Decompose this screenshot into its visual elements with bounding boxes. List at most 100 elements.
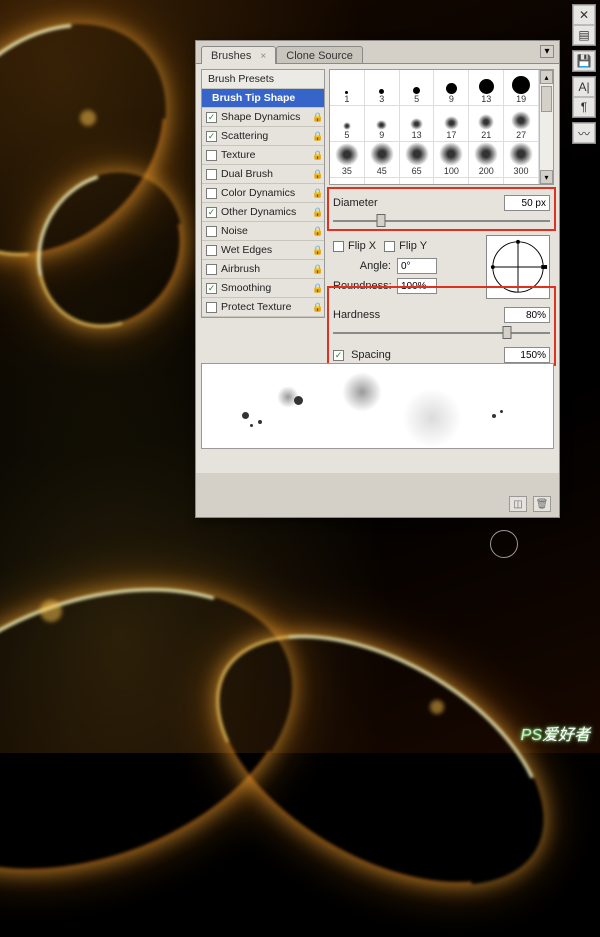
brush-tip-cell[interactable]: 27 (504, 106, 539, 142)
flipy-checkbox[interactable] (384, 241, 395, 252)
brush-tip-cell[interactable]: 5 (400, 70, 435, 106)
checkbox[interactable] (206, 264, 217, 275)
brush-tip-grid: 135913195913172127354565100200300 ▴ ▾ (329, 69, 554, 185)
sidebar-item-label: Color Dynamics (221, 187, 295, 199)
preferences-icon[interactable]: ✕ (573, 5, 595, 25)
checkbox[interactable]: ✓ (206, 112, 217, 123)
checkbox[interactable]: ✓ (206, 131, 217, 142)
brush-size-label: 17 (446, 130, 456, 140)
checkbox[interactable] (206, 169, 217, 180)
brush-tip-cell[interactable]: 3 (365, 70, 400, 106)
diameter-slider[interactable] (333, 215, 550, 227)
sidebar-item-label: Other Dynamics (221, 206, 296, 218)
character-panel-icon[interactable]: A| (573, 77, 595, 97)
spacing-input[interactable] (504, 347, 550, 363)
sidebar-item[interactable]: ✓ Smoothing 🔒 (202, 279, 324, 298)
angle-label: Angle: (333, 260, 391, 272)
checkbox[interactable] (206, 302, 217, 313)
brush-tip-cell[interactable] (330, 178, 365, 184)
brush-tip-cell[interactable]: 5 (330, 106, 365, 142)
brush-presets-row[interactable]: Brush Presets (202, 70, 324, 89)
angle-widget[interactable] (486, 235, 550, 299)
brush-tip-cell[interactable]: 21 (469, 106, 504, 142)
bridge-icon[interactable]: ▤ (573, 25, 595, 45)
sidebar-item[interactable]: Dual Brush🔒 (202, 165, 324, 184)
sidebar-item[interactable]: Protect Texture 🔒 (202, 298, 324, 317)
hardness-slider[interactable] (333, 327, 550, 339)
brush-tip-cell[interactable] (434, 178, 469, 184)
sidebar-item-label: Smoothing (221, 282, 271, 294)
sidebar-item[interactable]: Texture🔒 (202, 146, 324, 165)
sidebar-item[interactable]: Airbrush🔒 (202, 260, 324, 279)
sidebar-item[interactable]: Wet Edges🔒 (202, 241, 324, 260)
save-icon[interactable]: 💾 (573, 51, 595, 71)
lock-icon: 🔒 (312, 226, 320, 237)
watermark: PS爱好者 (521, 721, 590, 745)
brush-tip-cell[interactable] (504, 178, 539, 184)
sidebar-item-label: Protect Texture (221, 301, 291, 313)
brush-tip-cell[interactable]: 9 (434, 70, 469, 106)
delete-brush-button[interactable]: 🗑 (533, 496, 551, 512)
sidebar-item[interactable]: ✓Other Dynamics🔒 (202, 203, 324, 222)
checkbox[interactable] (206, 226, 217, 237)
flipx-checkbox[interactable] (333, 241, 344, 252)
tab-clone-source[interactable]: Clone Source (276, 46, 363, 64)
lock-icon: 🔒 (312, 283, 320, 294)
brush-tip-cell[interactable]: 13 (400, 106, 435, 142)
diameter-input[interactable] (504, 195, 550, 211)
sidebar-item[interactable]: Brush Tip Shape (202, 89, 324, 108)
tab-label: Brushes (211, 50, 251, 62)
brush-tip-cell[interactable]: 200 (469, 142, 504, 178)
bokeh (80, 110, 96, 126)
roundness-input[interactable] (397, 278, 437, 294)
brush-tip-cell[interactable]: 9 (365, 106, 400, 142)
checkbox[interactable]: ✓ (206, 207, 217, 218)
brush-tip-cell[interactable]: 65 (400, 142, 435, 178)
brush-tip-cell[interactable]: 13 (469, 70, 504, 106)
brush-size-label: 13 (481, 94, 491, 104)
brushes-panel: Brushes × Clone Source ▾ Brush Presets B… (195, 40, 560, 518)
lock-icon: 🔒 (312, 131, 320, 142)
panel-menu-button[interactable]: ▾ (540, 45, 554, 58)
checkbox[interactable]: ✓ (206, 283, 217, 294)
brushes-panel-icon[interactable]: 〰 (573, 123, 595, 143)
scroll-thumb[interactable] (541, 86, 552, 112)
lock-icon: 🔒 (312, 302, 320, 313)
sidebar-item[interactable]: Noise🔒 (202, 222, 324, 241)
close-icon[interactable]: × (260, 51, 266, 62)
sidebar-item[interactable]: Color Dynamics🔒 (202, 184, 324, 203)
tab-brushes[interactable]: Brushes × (201, 46, 276, 64)
scroll-down[interactable]: ▾ (540, 170, 553, 184)
lock-icon: 🔒 (312, 245, 320, 256)
brush-tip-cell[interactable]: 100 (434, 142, 469, 178)
panel-footer: ◫ 🗑 (509, 496, 551, 512)
brush-tip-cell[interactable]: 35 (330, 142, 365, 178)
brush-size-label: 13 (412, 130, 422, 140)
hardness-input[interactable] (504, 307, 550, 323)
checkbox[interactable] (206, 150, 217, 161)
brush-tip-cell[interactable]: 19 (504, 70, 539, 106)
right-toolbar: ✕ ▤ 💾 A| ¶ 〰 (572, 4, 596, 144)
scrollbar[interactable]: ▴ ▾ (539, 70, 553, 184)
spacing-checkbox[interactable]: ✓ (333, 350, 344, 361)
paragraph-panel-icon[interactable]: ¶ (573, 97, 595, 117)
brush-size-label: 3 (379, 94, 384, 104)
scroll-up[interactable]: ▴ (540, 70, 553, 84)
brush-tip-cell[interactable]: 17 (434, 106, 469, 142)
angle-input[interactable] (397, 258, 437, 274)
hardness-label: Hardness (333, 309, 380, 321)
brush-size-label: 35 (342, 166, 352, 176)
sidebar-item[interactable]: ✓Shape Dynamics🔒 (202, 108, 324, 127)
brush-tip-cell[interactable]: 45 (365, 142, 400, 178)
brush-size-label: 9 (449, 94, 454, 104)
brush-tip-cell[interactable]: 300 (504, 142, 539, 178)
lock-icon: 🔒 (312, 264, 320, 275)
brush-tip-cell[interactable] (365, 178, 400, 184)
brush-tip-cell[interactable]: 1 (330, 70, 365, 106)
checkbox[interactable] (206, 188, 217, 199)
brush-tip-cell[interactable] (469, 178, 504, 184)
new-brush-button[interactable]: ◫ (509, 496, 527, 512)
checkbox[interactable] (206, 245, 217, 256)
brush-tip-cell[interactable] (400, 178, 435, 184)
sidebar-item[interactable]: ✓Scattering🔒 (202, 127, 324, 146)
